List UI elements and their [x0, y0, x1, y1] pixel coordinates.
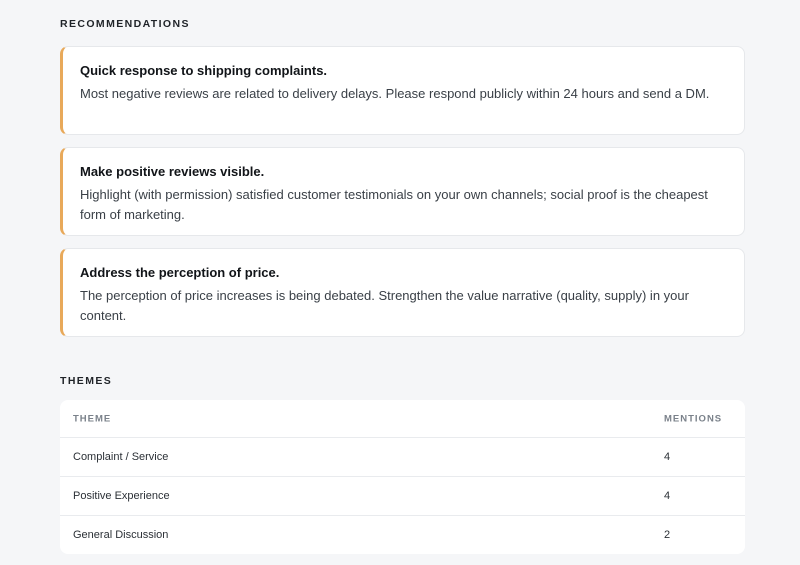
column-header-theme: THEME [73, 413, 112, 424]
column-header-mentions: MENTIONS [664, 413, 723, 424]
recommendation-heading: Address the perception of price. [80, 265, 280, 280]
table-header-row: THEME MENTIONS [60, 400, 745, 438]
recommendation-heading: Make positive reviews visible. [80, 164, 265, 179]
recommendation-card: Make positive reviews visible. Highlight… [60, 147, 745, 236]
recommendation-card: Address the perception of price. The per… [60, 248, 745, 337]
recommendations-title: RECOMMENDATIONS [60, 18, 190, 30]
mentions-cell: 4 [664, 451, 671, 463]
theme-cell: General Discussion [73, 529, 169, 541]
recommendation-body: Highlight (with permission) satisfied cu… [80, 187, 708, 222]
theme-cell: Complaint / Service [73, 451, 169, 463]
table-row: General Discussion 2 [60, 516, 745, 554]
theme-cell: Positive Experience [73, 490, 170, 502]
mentions-cell: 4 [664, 490, 671, 502]
table-row: Positive Experience 4 [60, 477, 745, 516]
recommendation-body: The perception of price increases is bei… [80, 288, 689, 323]
themes-table: THEME MENTIONS Complaint / Service 4 Pos… [60, 400, 745, 554]
table-row: Complaint / Service 4 [60, 438, 745, 477]
recommendation-body: Most negative reviews are related to del… [80, 86, 710, 101]
themes-title: THEMES [60, 375, 113, 387]
mentions-cell: 2 [664, 529, 671, 541]
recommendation-card: Quick response to shipping complaints. M… [60, 46, 745, 135]
recommendation-heading: Quick response to shipping complaints. [80, 63, 328, 78]
